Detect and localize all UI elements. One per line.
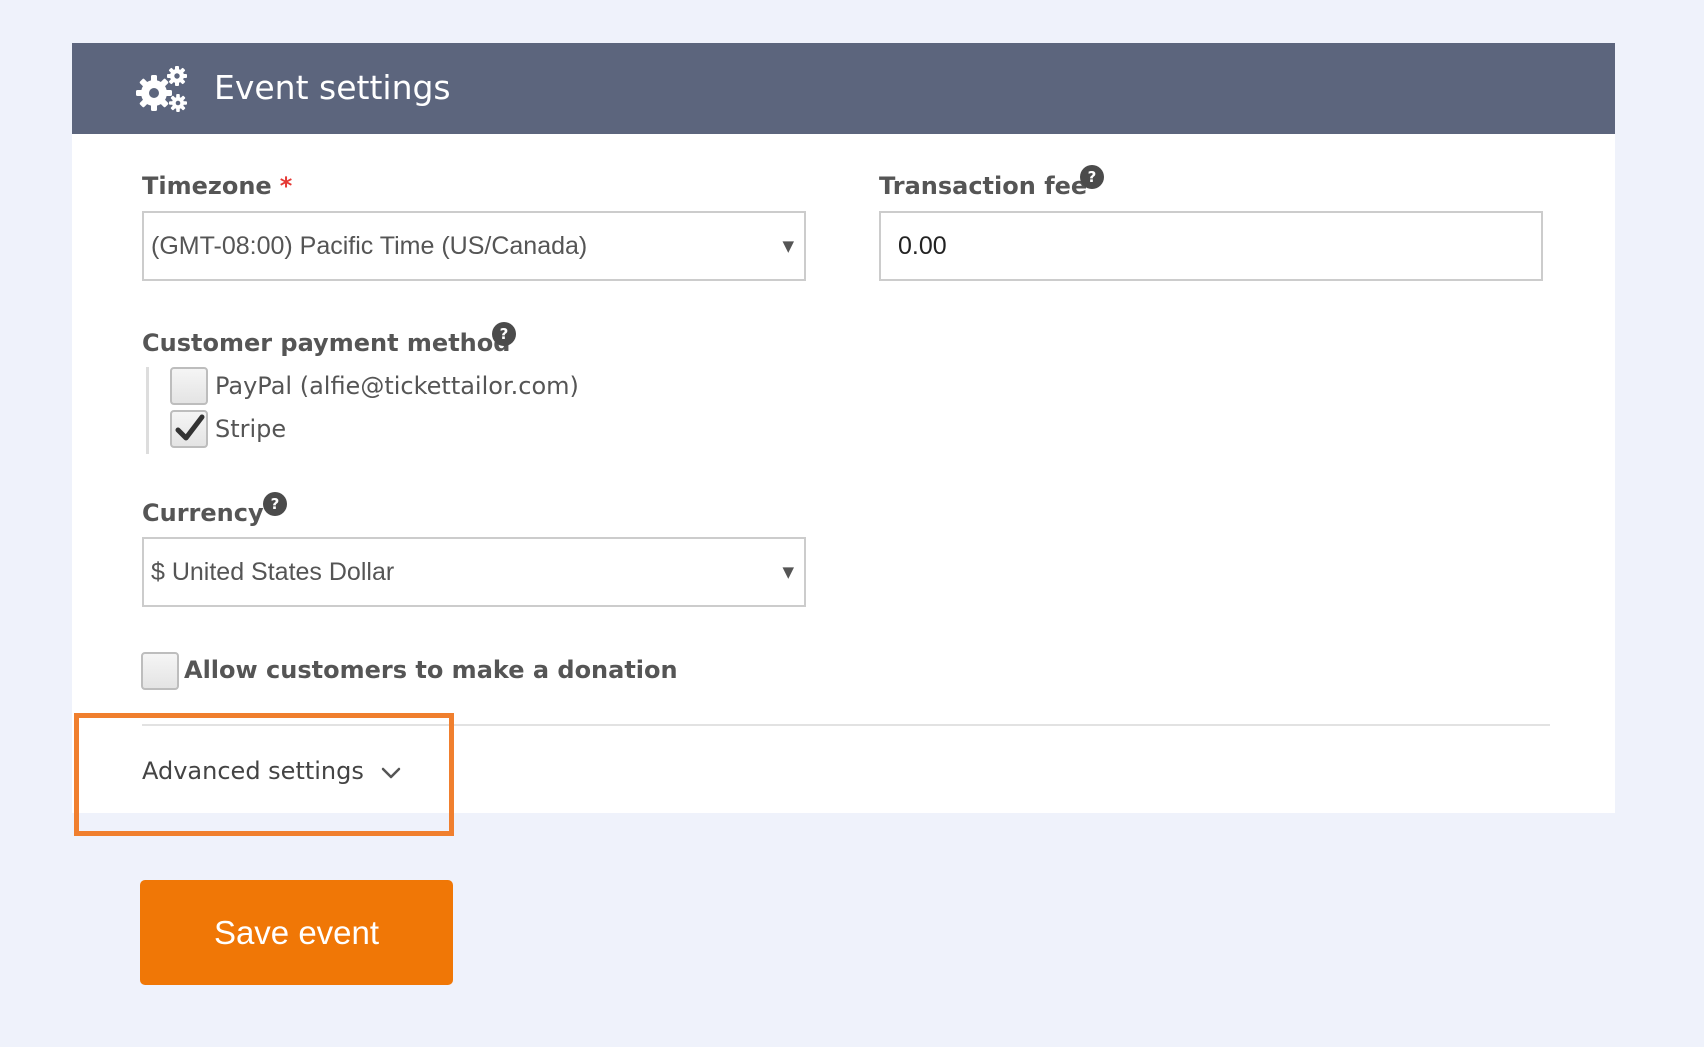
paypal-option-label[interactable]: PayPal (alfie@tickettailor.com): [215, 371, 579, 401]
currency-label: Currency: [142, 499, 264, 527]
transaction-fee-label: Transaction fee: [879, 172, 1088, 200]
paypal-checkbox[interactable]: [170, 367, 208, 405]
checkmark-icon: [175, 414, 205, 441]
payment-method-options: PayPal (alfie@tickettailor.com) Stripe: [146, 367, 649, 454]
page-title: Event settings: [214, 68, 451, 107]
help-icon[interactable]: ?: [263, 492, 287, 516]
help-icon[interactable]: ?: [1080, 165, 1104, 189]
timezone-select[interactable]: (GMT-08:00) Pacific Time (US/Canada) ▼: [142, 211, 806, 281]
required-marker: *: [279, 172, 293, 200]
timezone-label-text: Timezone: [142, 172, 272, 200]
timezone-label: Timezone *: [142, 171, 292, 201]
stripe-option-label[interactable]: Stripe: [215, 414, 286, 444]
save-event-button[interactable]: Save event: [140, 880, 453, 985]
caret-down-icon: ▼: [782, 237, 794, 255]
donation-checkbox[interactable]: [141, 652, 179, 690]
highlight-annotation: [74, 713, 454, 836]
donation-label[interactable]: Allow customers to make a donation: [184, 655, 678, 685]
currency-select[interactable]: $ United States Dollar ▼: [142, 537, 806, 607]
panel-header: Event settings: [72, 43, 1615, 134]
currency-selected-value: $ United States Dollar: [151, 558, 395, 586]
gear-icon: [136, 66, 187, 112]
transaction-fee-input[interactable]: [879, 211, 1543, 281]
payment-method-label: Customer payment method: [142, 329, 511, 357]
event-settings-panel: Event settings Timezone * (GMT-08:00) Pac…: [72, 43, 1615, 813]
caret-down-icon: ▼: [782, 563, 794, 581]
timezone-selected-value: (GMT-08:00) Pacific Time (US/Canada): [151, 232, 588, 260]
stripe-checkbox[interactable]: [170, 410, 208, 448]
help-icon[interactable]: ?: [492, 322, 516, 346]
